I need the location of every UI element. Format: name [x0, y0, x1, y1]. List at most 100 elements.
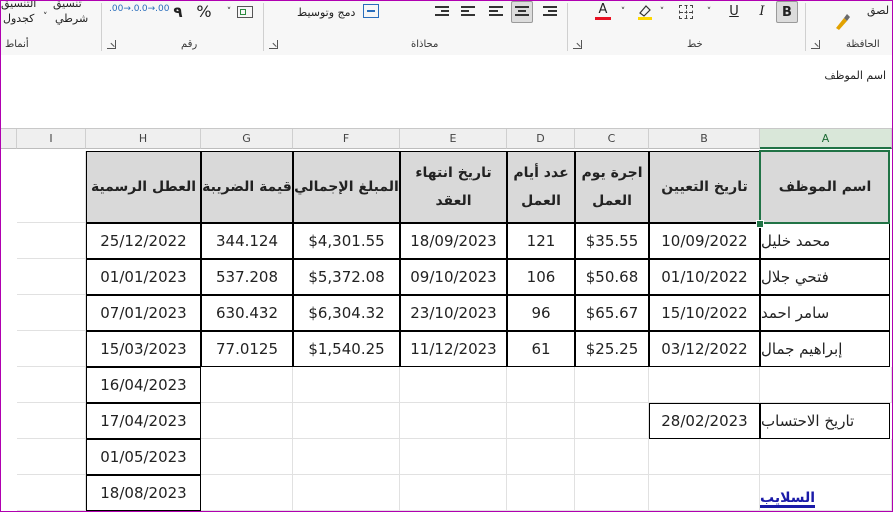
grid-cell[interactable] — [17, 439, 86, 475]
percent-button[interactable]: % — [193, 1, 215, 23]
align-left-button[interactable] — [485, 1, 507, 23]
cell-end-date[interactable]: 11/12/2023 — [400, 331, 507, 367]
header-days[interactable]: عدد أيام العمل — [507, 151, 575, 223]
grid-cell[interactable] — [400, 475, 507, 511]
grid-cell[interactable] — [201, 403, 293, 439]
cell-holiday[interactable]: 18/08/2023 — [86, 475, 201, 511]
cell-employee-name[interactable]: سامر احمد — [760, 295, 890, 331]
grid-cell[interactable] — [649, 475, 760, 511]
paste-icon[interactable] — [833, 11, 851, 31]
chevron-down-icon[interactable]: ˅ — [656, 1, 668, 23]
grid-cell[interactable] — [293, 403, 400, 439]
column-header-B[interactable]: B — [649, 129, 760, 149]
grid-cell[interactable] — [507, 367, 575, 403]
chevron-down-icon[interactable]: ˅ — [617, 1, 629, 23]
cell-tax[interactable]: 77.0125 — [201, 331, 293, 367]
grid-cell[interactable] — [17, 331, 86, 367]
clipboard-launcher-icon[interactable] — [811, 40, 820, 49]
bold-button[interactable]: B — [776, 1, 798, 23]
grid-cell[interactable] — [293, 367, 400, 403]
chevron-down-icon[interactable]: ˅ — [223, 1, 235, 23]
conditional-formatting-line1[interactable]: تنسيق — [53, 1, 82, 10]
merge-center-icon[interactable] — [363, 4, 379, 18]
cell-total[interactable]: $1,540.25 — [293, 331, 400, 367]
alignment-launcher-icon[interactable] — [269, 40, 278, 49]
indent-decrease-button[interactable] — [431, 1, 453, 23]
cell-holiday[interactable]: 15/03/2023 — [86, 331, 201, 367]
cell-hire-date[interactable]: 03/12/2022 — [649, 331, 760, 367]
number-launcher-icon[interactable] — [107, 40, 116, 49]
grid-cell[interactable] — [649, 367, 760, 403]
grid-cell[interactable] — [293, 475, 400, 511]
fill-handle[interactable] — [756, 220, 764, 228]
align-right-button[interactable] — [539, 1, 561, 23]
cell-holiday[interactable]: 16/04/2023 — [86, 367, 201, 403]
formula-bar[interactable]: اسم الموظف — [1, 55, 892, 129]
grid-cell[interactable] — [507, 439, 575, 475]
cell-employee-name[interactable]: محمد خليل — [760, 223, 890, 259]
header-employee-name[interactable]: اسم الموظف — [760, 151, 890, 223]
cell-days[interactable]: 96 — [507, 295, 575, 331]
underline-button[interactable]: U — [723, 1, 745, 23]
cell-days[interactable]: 106 — [507, 259, 575, 295]
grid-cell[interactable] — [17, 367, 86, 403]
grid-cell[interactable] — [575, 367, 649, 403]
grid-cell[interactable] — [575, 403, 649, 439]
column-header-F[interactable]: F — [293, 129, 400, 149]
grid-cell[interactable] — [17, 151, 86, 223]
column-header-A[interactable]: A — [760, 129, 892, 149]
grid-cell[interactable] — [201, 439, 293, 475]
italic-button[interactable]: I — [751, 1, 773, 23]
header-daily-wage[interactable]: اجرة يوم العمل — [575, 151, 649, 223]
format-as-table-button[interactable]: كجدول — [3, 12, 34, 25]
highlight-color-icon[interactable] — [637, 3, 653, 21]
cell-holiday[interactable]: 17/04/2023 — [86, 403, 201, 439]
header-end-date[interactable]: تاريخ انتهاء العقد — [400, 151, 507, 223]
column-header-I[interactable]: I — [17, 129, 86, 149]
cell-holiday[interactable]: 07/01/2023 — [86, 295, 201, 331]
cell-employee-name[interactable]: فتحي جلال — [760, 259, 890, 295]
cell-total[interactable]: $5,372.08 — [293, 259, 400, 295]
indent-increase-button[interactable] — [457, 1, 479, 23]
grid-cell[interactable] — [507, 403, 575, 439]
bottom-label[interactable]: السلايب — [760, 475, 892, 511]
column-header-E[interactable]: E — [400, 129, 507, 149]
cell-tax[interactable]: 630.432 — [201, 295, 293, 331]
header-tax[interactable]: قيمة الضريبة — [201, 151, 293, 223]
grid-cell[interactable] — [201, 475, 293, 511]
worksheet-grid[interactable]: I H G F E D C B A العطل الرسمية قيمة الض… — [1, 129, 892, 511]
cell-end-date[interactable]: 23/10/2023 — [400, 295, 507, 331]
cell-end-date[interactable]: 18/09/2023 — [400, 223, 507, 259]
cell-tax[interactable]: 344.124 — [201, 223, 293, 259]
cell-daily-wage[interactable]: $35.55 — [575, 223, 649, 259]
cell-holiday[interactable]: 01/01/2023 — [86, 259, 201, 295]
cell-hire-date[interactable]: 15/10/2022 — [649, 295, 760, 331]
grid-cell[interactable] — [17, 475, 86, 511]
borders-icon[interactable] — [679, 5, 693, 19]
grid-cell[interactable] — [293, 439, 400, 475]
format-as-table-line1[interactable]: التنسيق — [1, 1, 36, 10]
header-hire-date[interactable]: تاريخ التعيين — [649, 151, 760, 223]
calc-date-value[interactable]: 28/02/2023 — [649, 403, 760, 439]
grid-cell[interactable] — [575, 439, 649, 475]
header-holidays[interactable]: العطل الرسمية — [86, 151, 201, 223]
comma-style-button[interactable]: ٩ — [167, 1, 189, 23]
chevron-down-icon[interactable]: ˅ — [43, 12, 48, 22]
chevron-down-icon[interactable]: ˅ — [703, 1, 715, 23]
grid-cell[interactable] — [575, 475, 649, 511]
cell-holiday[interactable]: 25/12/2022 — [86, 223, 201, 259]
grid-cell[interactable] — [760, 439, 892, 475]
cell-days[interactable]: 61 — [507, 331, 575, 367]
cell-total[interactable]: $6,304.32 — [293, 295, 400, 331]
cell-end-date[interactable]: 09/10/2023 — [400, 259, 507, 295]
column-header-D[interactable]: D — [507, 129, 575, 149]
header-total[interactable]: المبلغ الإجمالي — [293, 151, 400, 223]
grid-cell[interactable] — [17, 295, 86, 331]
grid-cell[interactable] — [507, 475, 575, 511]
cell-holiday[interactable]: 01/05/2023 — [86, 439, 201, 475]
grid-cell[interactable] — [17, 403, 86, 439]
grid-cell[interactable] — [17, 223, 86, 259]
cell-hire-date[interactable]: 10/09/2022 — [649, 223, 760, 259]
column-header-C[interactable]: C — [575, 129, 649, 149]
cell-daily-wage[interactable]: $25.25 — [575, 331, 649, 367]
